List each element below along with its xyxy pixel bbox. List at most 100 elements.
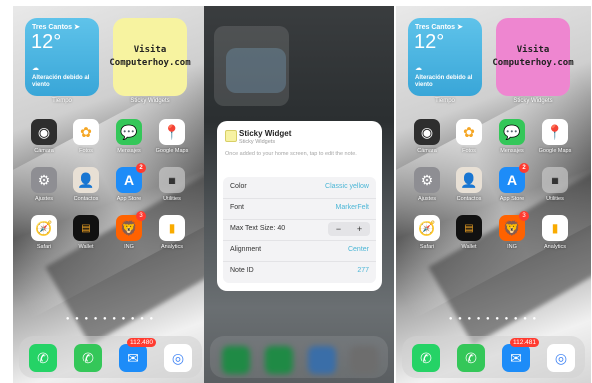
app-label-fotos: Fotos bbox=[79, 148, 93, 154]
camera-icon[interactable]: ◉ bbox=[414, 119, 440, 145]
sticky-note-text: Visita Computerhoy.com bbox=[492, 45, 574, 68]
app-label-ing: ING bbox=[507, 244, 517, 250]
app-label-utilities: Utilities bbox=[163, 196, 181, 202]
sticky-widget-app-icon bbox=[225, 130, 237, 142]
note-id-row[interactable]: Note ID 277 bbox=[223, 261, 376, 282]
home-screen-right: Tres Cantos ➤ 12° ☁ Alteración debido al… bbox=[396, 6, 591, 383]
app-label-contactos: Contactos bbox=[456, 196, 482, 202]
page-indicator[interactable]: ● ● ● ● ● ● ● ● ● ● bbox=[396, 316, 591, 322]
whatsapp-icon[interactable]: ✆ bbox=[412, 344, 440, 372]
safari-icon[interactable]: 🧭 bbox=[31, 215, 57, 241]
weather-widget[interactable]: Tres Cantos ➤ 12° ☁ Alteración debido al… bbox=[25, 18, 99, 96]
blurred-phone-icon bbox=[265, 346, 293, 374]
utilities-folder-icon[interactable]: ▦ bbox=[542, 167, 568, 193]
app-label-fotos: Fotos bbox=[462, 148, 476, 154]
phone-icon[interactable]: ✆ bbox=[74, 344, 102, 372]
weather-widget-label: Tiempo bbox=[435, 98, 455, 104]
blurred-chrome-icon bbox=[350, 346, 378, 374]
increment-button[interactable]: + bbox=[349, 222, 370, 236]
messages-icon[interactable]: 💬 bbox=[499, 119, 525, 145]
app-label-mensajes: Mensajes bbox=[500, 148, 524, 154]
sticky-widget-label: Sticky Widgets bbox=[513, 98, 553, 104]
chrome-icon[interactable]: ◎ bbox=[164, 344, 192, 372]
ing-icon[interactable]: 🦁 3 bbox=[116, 211, 146, 241]
settings-list: Color Classic yellow Font MarkerFelt Max… bbox=[223, 177, 376, 283]
home-screen-left: Tres Cantos ➤ 12° ☁ Alteración debido al… bbox=[13, 6, 208, 383]
app-label-analytics: Analytics bbox=[543, 244, 566, 250]
weather-location: Tres Cantos ➤ bbox=[32, 24, 80, 31]
photos-icon[interactable]: ✿ bbox=[73, 119, 99, 145]
settings-icon[interactable]: ⚙ bbox=[414, 167, 440, 193]
cloud-icon: ☁ bbox=[32, 65, 39, 72]
settings-icon[interactable]: ⚙ bbox=[31, 167, 57, 193]
font-row[interactable]: Font MarkerFelt bbox=[223, 198, 376, 220]
google-maps-icon[interactable]: 📍 bbox=[542, 119, 568, 145]
messages-icon[interactable]: 💬 bbox=[116, 119, 142, 145]
app-store-icon[interactable]: A2 bbox=[116, 163, 146, 193]
app-label-mensajes: Mensajes bbox=[117, 148, 141, 154]
photos-icon[interactable]: ✿ bbox=[456, 119, 482, 145]
row-key: Max Text Size: 40 bbox=[230, 225, 286, 232]
app-label-app-store: App Store bbox=[499, 196, 525, 202]
mail-badge: 112.480 bbox=[127, 338, 157, 347]
whatsapp-icon[interactable]: ✆ bbox=[29, 344, 57, 372]
weather-widget[interactable]: Tres Cantos ➤ 12° ☁ Alteración debido al… bbox=[408, 18, 482, 96]
cloud-icon: ☁ bbox=[415, 65, 422, 72]
note-id-value[interactable]: 277 bbox=[357, 267, 369, 274]
sticky-widget-label: Sticky Widgets bbox=[130, 98, 170, 104]
decrement-button[interactable]: − bbox=[328, 222, 349, 236]
sheet-subtitle: Sticky Widgets bbox=[239, 139, 276, 145]
app-label-google-maps: Google Maps bbox=[155, 148, 189, 154]
app-label-safari: Safari bbox=[36, 244, 52, 250]
app-label-google-maps: Google Maps bbox=[538, 148, 572, 154]
sticky-note-text: Visita Computerhoy.com bbox=[109, 45, 191, 68]
dock: ✆ ✆ ✉ 112.481 ◎ bbox=[402, 336, 585, 378]
wallet-icon[interactable]: ▤ bbox=[456, 215, 482, 241]
mail-icon[interactable]: ✉ 112.480 bbox=[119, 338, 157, 372]
utilities-folder-icon[interactable]: ▦ bbox=[159, 167, 185, 193]
app-label-ajustes: Ajustes bbox=[34, 196, 54, 202]
blurred-dock bbox=[210, 336, 388, 378]
max-text-size-row: Max Text Size: 40 − + bbox=[223, 219, 376, 241]
camera-icon[interactable]: ◉ bbox=[31, 119, 57, 145]
safari-icon[interactable]: 🧭 bbox=[414, 215, 440, 241]
google-maps-icon[interactable]: 📍 bbox=[159, 119, 185, 145]
app-label-wallet: Wallet bbox=[78, 244, 94, 250]
sheet-title: Sticky Widget bbox=[239, 129, 292, 138]
row-key: Color bbox=[230, 183, 247, 190]
app-store-badge: 2 bbox=[136, 163, 146, 173]
row-key: Alignment bbox=[230, 246, 262, 253]
page-indicator[interactable]: ● ● ● ● ● ● ● ● ● ● bbox=[13, 316, 208, 322]
ing-icon[interactable]: 🦁 3 bbox=[499, 211, 529, 241]
contacts-icon[interactable]: 👤 bbox=[73, 167, 99, 193]
row-key: Note ID bbox=[230, 267, 254, 274]
blurred-widget-highlight bbox=[226, 48, 286, 93]
phone-icon[interactable]: ✆ bbox=[457, 344, 485, 372]
sticky-widget[interactable]: Visita Computerhoy.com bbox=[492, 18, 574, 96]
color-value[interactable]: Classic yellow bbox=[325, 183, 369, 190]
app-label-ajustes: Ajustes bbox=[417, 196, 437, 202]
analytics-icon[interactable]: ▮ bbox=[159, 215, 185, 241]
weather-widget-label: Tiempo bbox=[52, 98, 72, 104]
alignment-row[interactable]: Alignment Center bbox=[223, 240, 376, 262]
ing-badge: 3 bbox=[519, 211, 529, 221]
chrome-icon[interactable]: ◎ bbox=[547, 344, 575, 372]
sticky-widget[interactable]: Visita Computerhoy.com bbox=[109, 18, 191, 96]
analytics-icon[interactable]: ▮ bbox=[542, 215, 568, 241]
app-label-camara: Cámara bbox=[34, 148, 54, 154]
mail-badge: 112.481 bbox=[510, 338, 540, 347]
weather-alert: Alteración debido al viento bbox=[415, 75, 473, 88]
mail-icon[interactable]: ✉ 112.481 bbox=[502, 338, 540, 372]
color-row[interactable]: Color Classic yellow bbox=[223, 177, 376, 199]
row-key: Font bbox=[230, 204, 245, 211]
alignment-value[interactable]: Center bbox=[348, 246, 369, 253]
app-store-icon[interactable]: A2 bbox=[499, 163, 529, 193]
widget-edit-screen: Sticky Widget Sticky Widgets Once added … bbox=[204, 6, 394, 383]
app-store-badge: 2 bbox=[519, 163, 529, 173]
contacts-icon[interactable]: 👤 bbox=[456, 167, 482, 193]
blurred-whatsapp-icon bbox=[222, 346, 250, 374]
wallet-icon[interactable]: ▤ bbox=[73, 215, 99, 241]
font-value[interactable]: MarkerFelt bbox=[336, 204, 369, 211]
app-label-utilities: Utilities bbox=[546, 196, 564, 202]
dock: ✆ ✆ ✉ 112.480 ◎ bbox=[19, 336, 202, 378]
